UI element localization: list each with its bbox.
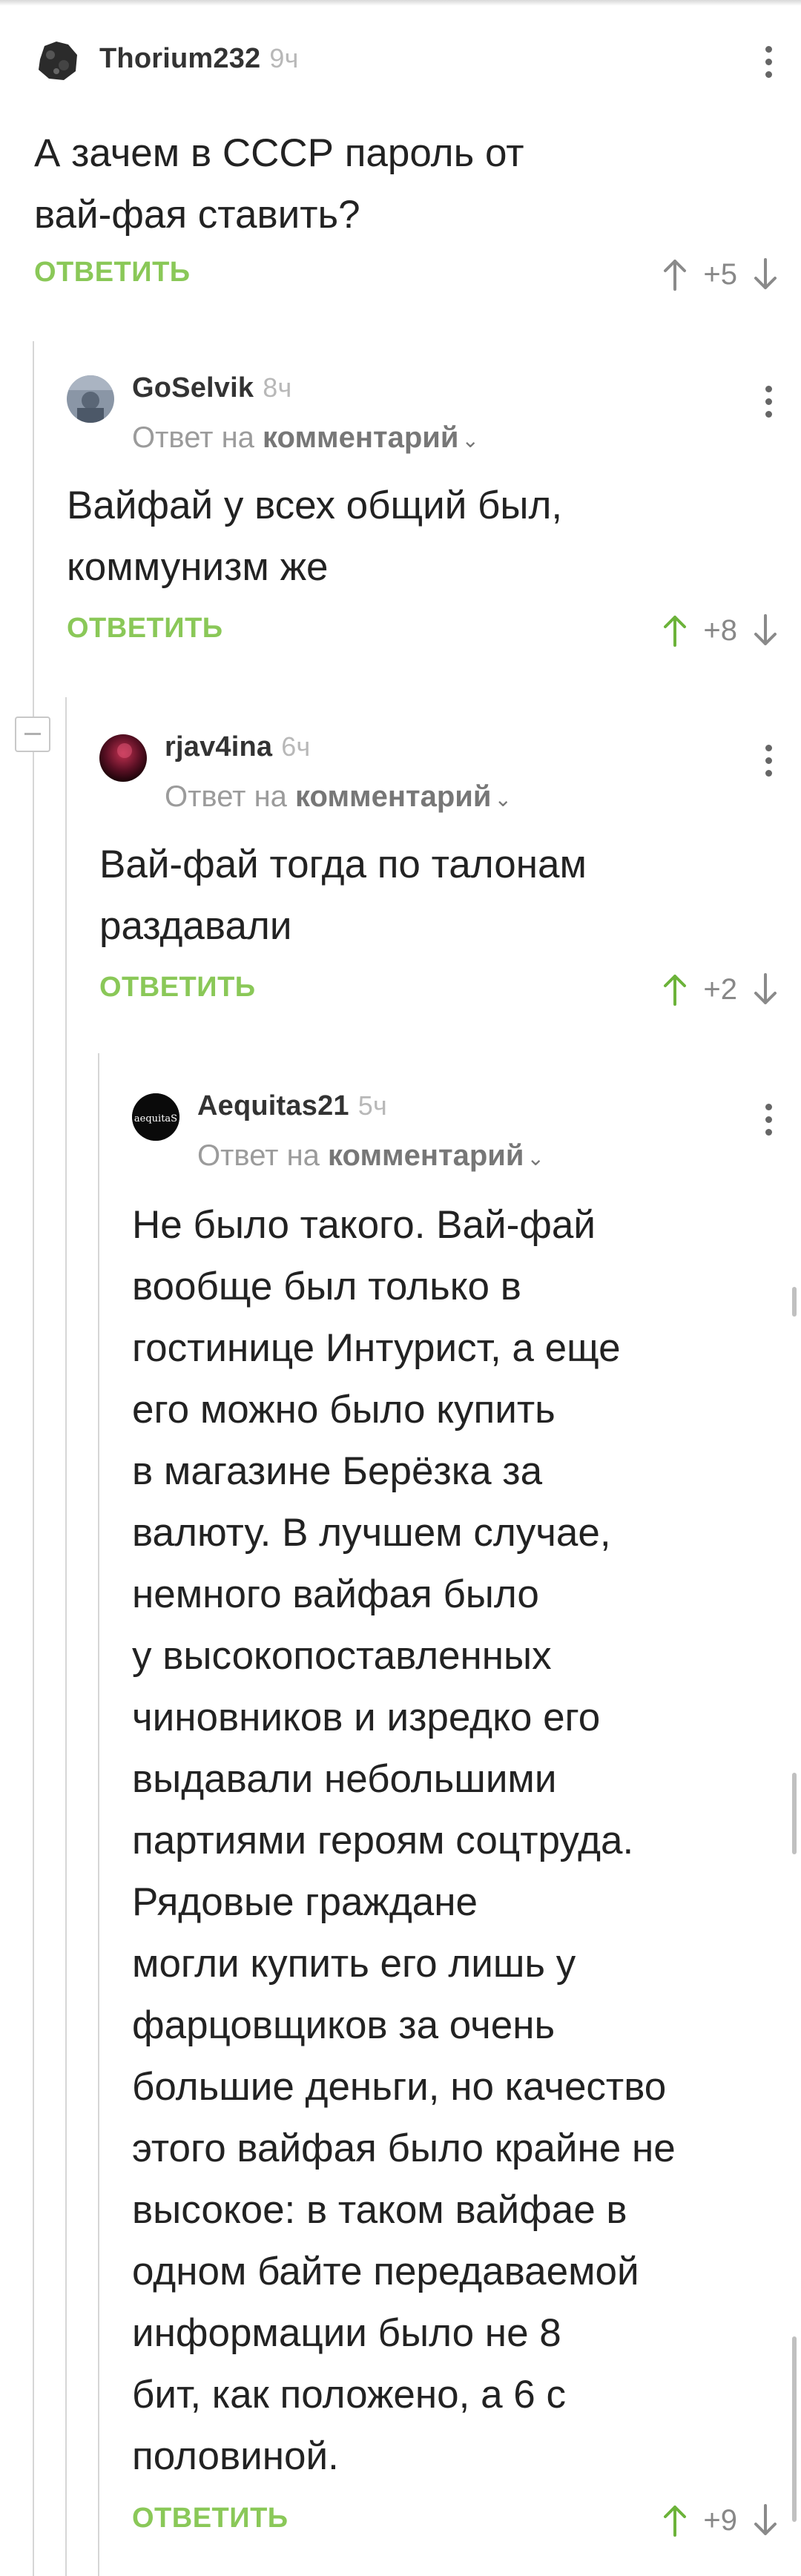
reply-target-link[interactable]: комментарий [328, 1139, 524, 1172]
rating: +8 [662, 608, 779, 653]
comment-time: 8ч [263, 372, 292, 403]
comment: Thorium232 9ч А зачем в СССР пароль от ва… [34, 30, 801, 312]
avatar[interactable]: aequitaS [132, 1093, 179, 1141]
comment-text: Вай-фай тогда по талонам раздавали [99, 843, 587, 948]
author-label[interactable]: rjav4ina [165, 731, 272, 762]
scrollbar[interactable] [792, 2336, 797, 2522]
comment-header: GoSelvik 8ч Ответ на комментарий ⌄ [67, 356, 801, 454]
reply-to[interactable]: Ответ на комментарий ⌄ [165, 780, 512, 814]
comment-time: 5ч [357, 1090, 387, 1121]
author-label[interactable]: Aequitas21 [197, 1090, 349, 1121]
reply-button[interactable]: ОТВЕТИТЬ [99, 972, 256, 1004]
arrow-down-icon[interactable] [752, 258, 779, 291]
comment-actions: ОТВЕТИТЬ +9 [132, 2498, 801, 2543]
author-name[interactable]: Aequitas21 5ч [197, 1090, 387, 1122]
comment-header: Thorium232 9ч [34, 30, 801, 104]
reply-button[interactable]: ОТВЕТИТЬ [132, 2503, 289, 2534]
rating: +2 [662, 967, 779, 1012]
rating-score: +5 [703, 257, 737, 291]
reply-button[interactable]: ОТВЕТИТЬ [34, 257, 191, 289]
rating-score: +2 [703, 972, 737, 1006]
author-name[interactable]: Thorium232 9ч [99, 43, 299, 75]
chevron-down-icon: ⌄ [527, 1147, 544, 1170]
comment-actions: ОТВЕТИТЬ +2 [99, 967, 801, 1012]
scrollbar[interactable] [792, 1773, 797, 1854]
comment-text: А зачем в СССР пароль от вай-фая ставить… [34, 131, 524, 237]
collapse-thread-button[interactable] [15, 717, 50, 752]
comment-actions: ОТВЕТИТЬ +5 [34, 252, 801, 297]
thread-line-level3 [98, 1053, 99, 2576]
svg-text:aequitaS: aequitaS [134, 1113, 177, 1124]
rating-score: +8 [703, 613, 737, 647]
reply-target-link[interactable]: комментарий [263, 421, 458, 454]
comment-actions: ОТВЕТИТЬ +8 [67, 608, 801, 653]
more-options-icon[interactable] [764, 745, 773, 783]
arrow-up-icon[interactable] [662, 258, 688, 291]
comment-header: aequitaS Aequitas21 5ч Ответ на комментар… [132, 1074, 801, 1172]
chevron-down-icon: ⌄ [494, 788, 512, 811]
comment-time: 9ч [269, 43, 299, 73]
thread-line-level1 [33, 341, 34, 2576]
reply-button[interactable]: ОТВЕТИТЬ [67, 613, 223, 645]
author-label[interactable]: GoSelvik [132, 372, 254, 403]
rating: +5 [662, 252, 779, 297]
comment: GoSelvik 8ч Ответ на комментарий ⌄ Вайфай … [67, 356, 801, 668]
reply-target-link[interactable]: комментарий [295, 780, 491, 813]
comment: rjav4ina 6ч Ответ на комментарий ⌄ Вай-фай… [99, 715, 801, 1027]
reply-to[interactable]: Ответ на комментарий ⌄ [132, 421, 479, 455]
more-options-icon[interactable] [764, 46, 773, 84]
rating-score: +9 [703, 2503, 737, 2537]
top-shadow [0, 0, 801, 6]
avatar[interactable] [34, 37, 82, 85]
thread-line-level2 [65, 697, 67, 2576]
comment-text: Вайфай у всех общий был, коммунизм же [67, 484, 563, 589]
arrow-up-icon[interactable] [662, 973, 688, 1006]
comment-header: rjav4ina 6ч Ответ на комментарий ⌄ [99, 715, 801, 813]
reply-prefix: Ответ на [165, 780, 287, 813]
comment: aequitaS Aequitas21 5ч Ответ на комментар… [132, 1074, 801, 2557]
comment-text: Не было такого. Вай-фай вообще был тольк… [132, 1203, 676, 2478]
scrollbar[interactable] [792, 1287, 797, 1317]
more-options-icon[interactable] [764, 386, 773, 424]
more-options-icon[interactable] [764, 1104, 773, 1142]
arrow-up-icon[interactable] [662, 2504, 688, 2537]
avatar[interactable] [67, 375, 114, 423]
arrow-up-icon[interactable] [662, 614, 688, 647]
reply-prefix: Ответ на [132, 421, 254, 454]
rating: +9 [662, 2498, 779, 2543]
avatar[interactable] [99, 734, 147, 782]
chevron-down-icon: ⌄ [461, 429, 479, 452]
reply-prefix: Ответ на [197, 1139, 320, 1172]
author-name[interactable]: GoSelvik 8ч [132, 372, 291, 404]
comment-time: 6ч [281, 731, 311, 762]
arrow-down-icon[interactable] [752, 614, 779, 647]
author-label[interactable]: Thorium232 [99, 43, 260, 74]
reply-to[interactable]: Ответ на комментарий ⌄ [197, 1139, 544, 1173]
arrow-down-icon[interactable] [752, 973, 779, 1006]
author-name[interactable]: rjav4ina 6ч [165, 731, 310, 763]
arrow-down-icon[interactable] [752, 2504, 779, 2537]
